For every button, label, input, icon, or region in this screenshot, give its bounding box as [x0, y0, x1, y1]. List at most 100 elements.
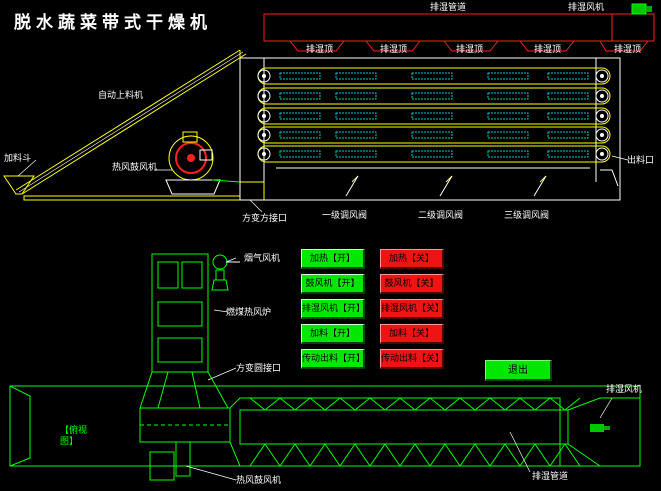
truss-member [534, 443, 551, 467]
truss-member [324, 397, 341, 411]
roller-hub [600, 94, 604, 98]
truss-member [519, 397, 536, 411]
material-tray [547, 131, 589, 139]
truss-member [249, 443, 266, 467]
label-valve-2: 二级调风阀 [418, 211, 464, 221]
material-tray [547, 112, 589, 120]
truss-member [549, 443, 566, 467]
truss-member [549, 397, 566, 411]
discharge-off-button[interactable]: 传动出料【关】 [380, 349, 444, 369]
exhaust-fan-bottom-icon [590, 424, 610, 432]
truss-member [369, 397, 386, 411]
truss-member [294, 443, 311, 467]
belt-loop [257, 126, 611, 144]
air-valves [345, 175, 547, 197]
truss-member [459, 443, 476, 467]
material-tray [279, 131, 321, 139]
hopper-icon [3, 175, 35, 195]
heat-off-button[interactable]: 加热【关】 [380, 249, 444, 269]
truss-member [414, 397, 431, 411]
outlet-chute [600, 169, 619, 187]
exhaust-fan-on-button[interactable]: 排湿风机【开】 [301, 299, 365, 319]
truss-member [354, 443, 371, 467]
smoke-fan-icon [211, 254, 240, 291]
furnace-leaders [207, 257, 237, 381]
belt-loop [257, 107, 611, 125]
belt-loop [257, 67, 611, 85]
base-frame [23, 181, 620, 201]
truss-member [519, 443, 536, 467]
roller-hub [262, 94, 266, 98]
discharge-on-button[interactable]: 传动出料【开】 [301, 349, 365, 369]
truss-member [384, 397, 401, 411]
material-tray [547, 72, 589, 80]
truss-member [279, 397, 296, 411]
feed-on-button[interactable]: 加料【开】 [301, 324, 365, 344]
label-hood-1: 排湿顶 [306, 45, 334, 55]
material-tray [411, 112, 453, 120]
truss-member [474, 397, 491, 411]
truss-member [429, 397, 446, 411]
belt-loop [257, 145, 611, 163]
belt-loop [257, 87, 611, 105]
truss-member [399, 443, 416, 467]
label-exhaust-fan-top: 排湿风机 [568, 3, 605, 13]
material-tray [335, 150, 377, 158]
material-tray [335, 112, 377, 120]
roller-hub [262, 114, 266, 118]
truss-member [444, 397, 461, 411]
label-exhaust-pipe-top: 排湿管道 [430, 3, 467, 13]
truss-member [459, 397, 476, 411]
material-tray [547, 92, 589, 100]
truss-member [324, 443, 341, 467]
material-tray [487, 92, 529, 100]
exhaust-fan-top-icon [631, 3, 652, 15]
exhaust-duct-top [263, 13, 655, 42]
truss-member [354, 397, 371, 411]
truss-member [279, 443, 296, 467]
label-hot-air-fan: 热风鼓风机 [112, 163, 158, 173]
truss-member [534, 397, 551, 411]
label-exhaust-fan-bottom: 排湿风机 [606, 385, 643, 395]
material-tray [487, 112, 529, 120]
feed-off-button[interactable]: 加料【关】 [380, 324, 444, 344]
heat-on-button[interactable]: 加热【开】 [301, 249, 365, 269]
label-hood-4: 排湿顶 [534, 45, 562, 55]
roller-hub [600, 114, 604, 118]
blower-on-button[interactable]: 鼓风机【开】 [301, 274, 365, 294]
page-title: 脱水蔬菜带式干燥机 [14, 13, 212, 33]
label-hopper: 加料斗 [4, 154, 32, 164]
label-auto-feeder: 自动上料机 [98, 91, 144, 101]
label-round-joint: 方变圆接口 [236, 364, 282, 374]
exit-button[interactable]: 退出 [485, 360, 552, 381]
hot-air-fan-icon [165, 131, 241, 195]
material-tray [279, 112, 321, 120]
dryer-diagram [3, 3, 655, 481]
material-tray [411, 92, 453, 100]
material-tray [335, 131, 377, 139]
material-tray [335, 92, 377, 100]
truss-member [384, 443, 401, 467]
material-tray [411, 150, 453, 158]
truss-member [294, 397, 311, 411]
truss-member [339, 397, 356, 411]
truss-member [309, 443, 326, 467]
label-hood-3: 排湿顶 [456, 45, 484, 55]
label-square-joint: 方变方接口 [242, 214, 288, 224]
truss-member [489, 397, 506, 411]
truss-member [309, 397, 326, 411]
material-tray [279, 92, 321, 100]
label-top-view: 【俯视图】 [60, 426, 88, 447]
label-hood-5: 排湿顶 [614, 45, 642, 55]
material-tray [487, 150, 529, 158]
roller-hub [600, 152, 604, 156]
label-smoke-fan: 烟气风机 [244, 254, 281, 264]
truss-member [264, 397, 281, 411]
exhaust-fan-off-button[interactable]: 排湿风机【关】 [380, 299, 444, 319]
truss-member [474, 443, 491, 467]
blower-off-button[interactable]: 鼓风机【关】 [380, 274, 444, 294]
label-hood-2: 排湿顶 [380, 45, 408, 55]
label-outlet: 出料口 [627, 156, 655, 166]
truss-member [504, 397, 521, 411]
material-tray [487, 131, 529, 139]
